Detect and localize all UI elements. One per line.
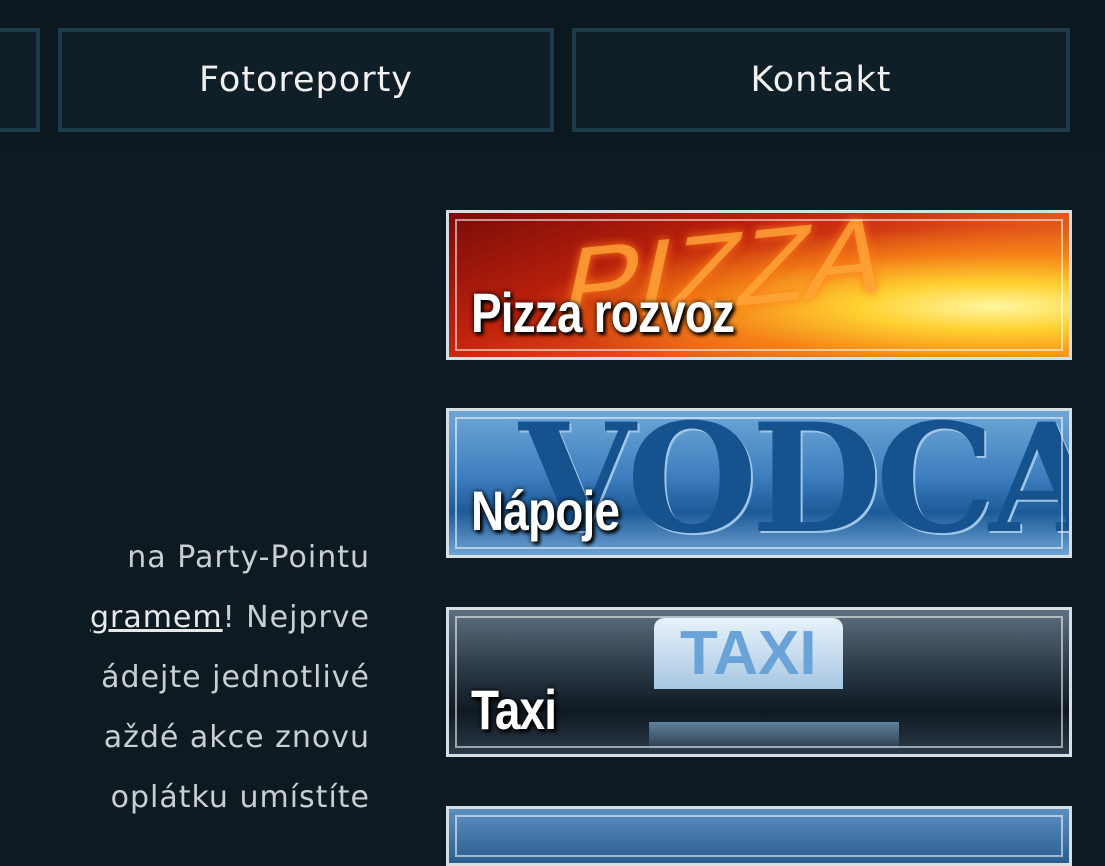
nav-item-fotoreporty[interactable]: Fotoreporty xyxy=(58,28,554,132)
nav-item-label: Kontakt xyxy=(750,60,892,100)
drinks-banner[interactable]: VODCA Nápoje xyxy=(446,408,1072,558)
nav-item-label: Fotoreporty xyxy=(198,60,414,100)
program-link[interactable]: gramem xyxy=(90,600,223,635)
text-line: ádejte jednotlivé xyxy=(101,660,370,695)
nav-item-kontakt[interactable]: Kontakt xyxy=(572,28,1070,132)
pizza-delivery-banner[interactable]: PIZZA Pizza rozvoz xyxy=(446,210,1072,360)
banner-frame xyxy=(455,815,1063,857)
text-line: na Party-Pointu xyxy=(127,540,370,575)
text-line: aždé akce znovu xyxy=(103,720,370,755)
intro-text: na Party-Pointu gramem! Nejprve ádejte j… xyxy=(0,528,370,828)
text-line: gramem! Nejprve xyxy=(0,588,370,648)
banner-label: Taxi xyxy=(471,678,557,741)
text-line: oplátku umístíte xyxy=(110,780,370,815)
text-fragment: ! Nejprve xyxy=(222,600,370,635)
next-banner-partial[interactable] xyxy=(446,806,1072,866)
banner-label: Pizza rozvoz xyxy=(471,281,735,344)
nav-item-partial[interactable] xyxy=(0,28,40,132)
banner-label: Nápoje xyxy=(471,479,620,542)
taxi-banner[interactable]: TAXI Taxi xyxy=(446,607,1072,757)
top-navigation: Fotoreporty Kontakt xyxy=(0,0,1105,150)
